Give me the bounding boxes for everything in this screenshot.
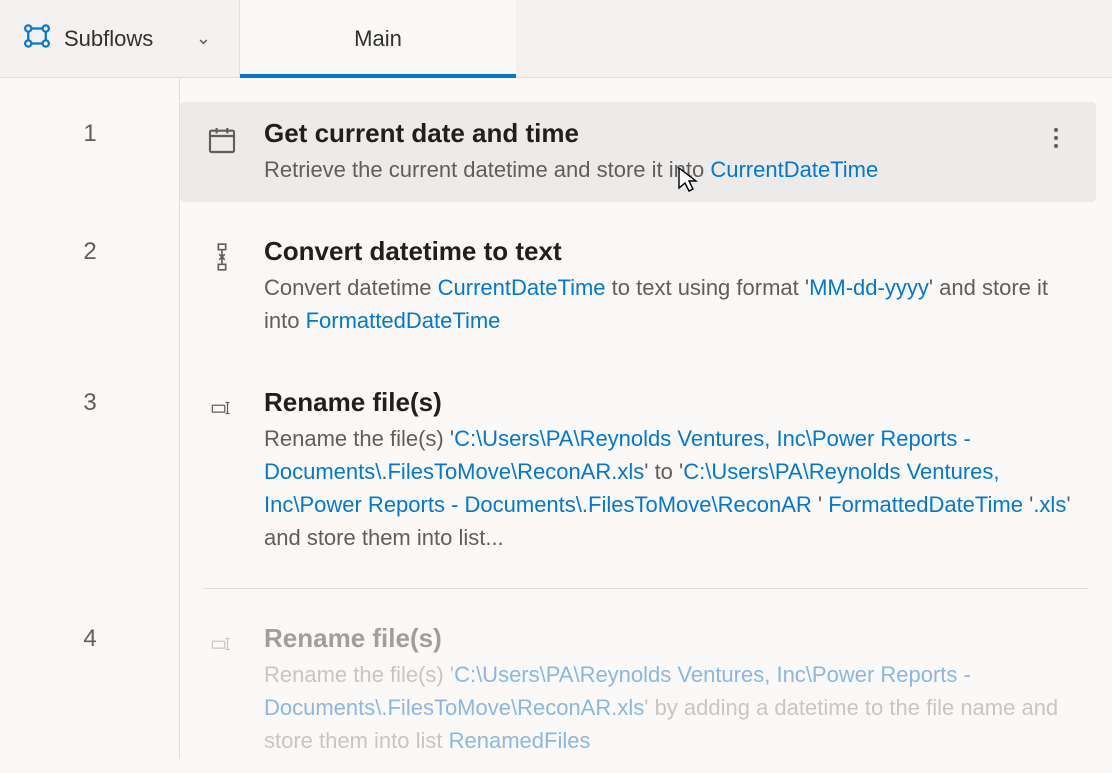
subflows-label: Subflows bbox=[64, 26, 153, 52]
literal-value: .xls bbox=[1033, 492, 1066, 517]
more-options-button[interactable] bbox=[1038, 118, 1074, 148]
chevron-down-icon: ⌄ bbox=[196, 28, 211, 49]
top-bar: Subflows ⌄ Main bbox=[0, 0, 1112, 78]
action-body: Rename file(s) Rename the file(s) 'C:\Us… bbox=[264, 623, 1074, 757]
calendar-icon bbox=[202, 118, 242, 156]
rename-icon bbox=[202, 623, 242, 659]
step-number: 2 bbox=[0, 220, 180, 266]
variable-ref[interactable]: RenamedFiles bbox=[449, 728, 591, 753]
action-card[interactable]: Get current date and time Retrieve the c… bbox=[180, 102, 1096, 202]
step-number-gutter bbox=[0, 78, 180, 758]
action-title: Get current date and time bbox=[264, 118, 1016, 149]
divider bbox=[204, 588, 1088, 589]
step-number: 1 bbox=[0, 102, 180, 148]
step-row[interactable]: 3 Rename file(s) Rename the file(s) 'C:\… bbox=[196, 371, 1096, 570]
literal-value: MM-dd-yyyy bbox=[809, 275, 929, 300]
flow-area: 1 Get current date and time Retrieve the… bbox=[0, 78, 1112, 758]
rename-icon bbox=[202, 387, 242, 423]
action-body: Rename file(s) Rename the file(s) 'C:\Us… bbox=[264, 387, 1074, 554]
tab-main[interactable]: Main bbox=[240, 0, 516, 77]
action-title: Rename file(s) bbox=[264, 623, 1074, 654]
action-description: Rename the file(s) 'C:\Users\PA\Reynolds… bbox=[264, 422, 1074, 554]
tab-label: Main bbox=[354, 26, 402, 52]
action-description: Retrieve the current datetime and store … bbox=[264, 153, 1016, 186]
action-description: Convert datetime CurrentDateTime to text… bbox=[264, 271, 1074, 337]
action-card[interactable]: Convert datetime to text Convert datetim… bbox=[180, 220, 1096, 353]
subflows-icon bbox=[22, 21, 52, 57]
step-number: 4 bbox=[0, 607, 180, 653]
step-list: 1 Get current date and time Retrieve the… bbox=[180, 78, 1112, 758]
variable-ref[interactable]: FormattedDateTime bbox=[828, 492, 1023, 517]
action-card[interactable]: Rename file(s) Rename the file(s) 'C:\Us… bbox=[180, 607, 1096, 773]
subflows-dropdown[interactable]: Subflows ⌄ bbox=[0, 0, 240, 77]
step-number: 3 bbox=[0, 371, 180, 417]
action-body: Get current date and time Retrieve the c… bbox=[264, 118, 1016, 186]
step-row[interactable]: 2 Convert datetime to text Convert datet… bbox=[196, 220, 1096, 353]
action-description: Rename the file(s) 'C:\Users\PA\Reynolds… bbox=[264, 658, 1074, 757]
variable-ref[interactable]: CurrentDateTime bbox=[438, 275, 606, 300]
variable-ref[interactable]: FormattedDateTime bbox=[306, 308, 501, 333]
action-title: Convert datetime to text bbox=[264, 236, 1074, 267]
step-row[interactable]: 1 Get current date and time Retrieve the… bbox=[196, 102, 1096, 202]
variable-ref[interactable]: CurrentDateTime bbox=[710, 157, 878, 182]
action-title: Rename file(s) bbox=[264, 387, 1074, 418]
action-body: Convert datetime to text Convert datetim… bbox=[264, 236, 1074, 337]
step-row[interactable]: 4 Rename file(s) Rename the file(s) 'C:\… bbox=[196, 607, 1096, 773]
action-card[interactable]: Rename file(s) Rename the file(s) 'C:\Us… bbox=[180, 371, 1096, 570]
convert-icon bbox=[202, 236, 242, 272]
